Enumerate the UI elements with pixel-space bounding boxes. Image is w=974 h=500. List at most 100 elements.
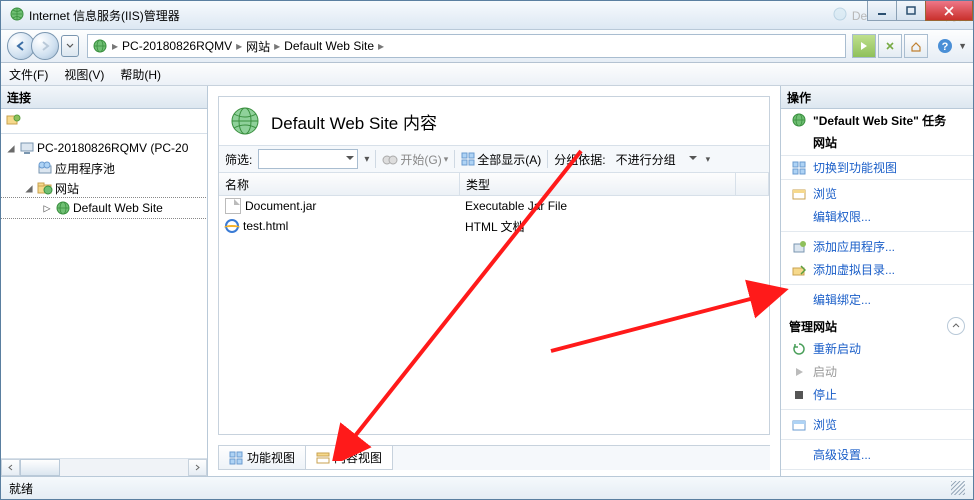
collapse-icon[interactable]: ◢: [5, 141, 17, 155]
action-start[interactable]: 启动: [781, 360, 973, 383]
content-pane: Default Web Site 内容 筛选: ▾ 开始(G) ▾: [208, 86, 780, 476]
showall-icon: [461, 152, 475, 166]
manage-site-group: 管理网站: [781, 311, 973, 337]
window-title: Internet 信息服务(IIS)管理器: [29, 7, 802, 24]
filter-combo[interactable]: [258, 149, 358, 169]
minimize-button[interactable]: [867, 1, 897, 21]
list-item[interactable]: test.html HTML 文档: [219, 216, 769, 236]
collapse-icon[interactable]: ◢: [23, 181, 35, 195]
breadcrumb-sites[interactable]: 网站: [246, 38, 270, 55]
expand-icon[interactable]: ▷: [41, 201, 53, 215]
browse-icon: [791, 186, 807, 202]
breadcrumb-sep: ▸: [112, 39, 118, 53]
stop-nav-button[interactable]: [878, 34, 902, 58]
site-icon: [55, 200, 71, 216]
tree-sites-node[interactable]: ◢ 网站: [1, 178, 207, 198]
forward-button[interactable]: [31, 32, 59, 60]
action-add-app[interactable]: 添加应用程序...: [781, 235, 973, 258]
globe-icon: [92, 38, 108, 54]
connections-tree[interactable]: ◢ PC-20180826RQMV (PC-20 应用程序池 ◢ 网站 ▷: [1, 134, 207, 458]
address-bar[interactable]: ▸ PC-20180826RQMV ▸ 网站 ▸ Default Web Sit…: [87, 34, 846, 58]
column-name[interactable]: 名称: [219, 173, 460, 195]
view-tabs: 功能视图 内容视图: [218, 445, 770, 470]
scroll-right-button[interactable]: [188, 459, 207, 476]
collapse-icon[interactable]: [947, 317, 965, 335]
close-button[interactable]: [925, 1, 973, 21]
svg-text:?: ?: [942, 41, 949, 53]
breadcrumb-site[interactable]: Default Web Site: [284, 39, 374, 53]
filter-toolbar: 筛选: ▾ 开始(G) ▾ 全部显示(A) 分组依据:: [219, 145, 769, 173]
features-view-tab[interactable]: 功能视图: [218, 446, 306, 470]
sites-folder-icon: [37, 180, 53, 196]
restart-icon: [791, 341, 807, 357]
file-icon: [225, 198, 241, 214]
tree-server-node[interactable]: ◢ PC-20180826RQMV (PC-20: [1, 138, 207, 158]
action-edit-bindings[interactable]: 编辑绑定...: [781, 288, 973, 311]
start-filter-button[interactable]: 开始(G) ▾: [382, 151, 448, 168]
site-icon: [791, 112, 807, 128]
help-button[interactable]: ?: [934, 35, 956, 57]
column-type[interactable]: 类型: [460, 173, 736, 195]
browse-icon: [791, 417, 807, 433]
list-header: 名称 类型: [219, 173, 769, 196]
play-icon: [791, 364, 807, 380]
title-bar: Internet 信息服务(IIS)管理器 Default Web Site 内…: [1, 1, 973, 30]
content-title: Default Web Site 内容: [271, 109, 437, 134]
history-dropdown[interactable]: [61, 35, 79, 57]
maximize-button[interactable]: [896, 1, 926, 21]
server-icon: [19, 140, 35, 156]
features-icon: [229, 451, 243, 465]
menu-help[interactable]: 帮助(H): [120, 66, 161, 83]
add-vdir-icon: [791, 262, 807, 278]
doc-icon: [832, 6, 848, 25]
content-icon: [316, 451, 330, 465]
site-sublabel: 网站: [781, 132, 973, 153]
resize-grip[interactable]: [951, 481, 965, 495]
apppool-icon: [37, 160, 53, 176]
action-switch-view[interactable]: 切换到功能视图: [781, 155, 973, 180]
site-task-header: "Default Web Site" 任务: [781, 109, 973, 132]
content-list[interactable]: Document.jar Executable Jar File test.ht…: [219, 196, 769, 434]
go-button[interactable]: [852, 34, 876, 58]
tree-default-site-node[interactable]: ▷ Default Web Site: [1, 198, 207, 218]
list-item[interactable]: Document.jar Executable Jar File: [219, 196, 769, 216]
status-text: 就绪: [9, 480, 33, 497]
home-button[interactable]: [904, 34, 928, 58]
scroll-thumb[interactable]: [20, 459, 60, 476]
action-add-vdir[interactable]: 添加虚拟目录...: [781, 258, 973, 281]
actions-title: 操作: [781, 86, 973, 109]
menu-file[interactable]: 文件(F): [9, 66, 48, 83]
breadcrumb-host[interactable]: PC-20180826RQMV: [122, 39, 232, 53]
action-browse[interactable]: 浏览: [781, 182, 973, 205]
tree-apppool-node[interactable]: 应用程序池: [1, 158, 207, 178]
app-icon: [9, 6, 25, 25]
action-restart[interactable]: 重新启动: [781, 337, 973, 360]
site-large-icon: [229, 105, 261, 137]
action-advanced[interactable]: 高级设置...: [781, 443, 973, 466]
groupby-combo[interactable]: 不进行分组: [612, 150, 700, 168]
status-bar: 就绪: [1, 476, 973, 499]
connections-toolbar: [1, 109, 207, 134]
menu-view[interactable]: 视图(V): [64, 66, 104, 83]
tree-hscrollbar[interactable]: [1, 458, 207, 476]
action-stop[interactable]: 停止: [781, 383, 973, 406]
connect-icon[interactable]: [5, 112, 21, 131]
switch-icon: [791, 160, 807, 176]
help-dropdown[interactable]: ▼: [958, 41, 967, 51]
navigation-bar: ▸ PC-20180826RQMV ▸ 网站 ▸ Default Web Sit…: [1, 30, 973, 63]
showall-button[interactable]: 全部显示(A): [461, 151, 541, 168]
connections-title: 连接: [1, 86, 207, 109]
filter-label: 筛选:: [225, 151, 252, 168]
scroll-left-button[interactable]: [1, 459, 20, 476]
content-view-tab[interactable]: 内容视图: [305, 446, 393, 470]
binoculars-icon: [382, 152, 398, 166]
action-browse-site[interactable]: 浏览: [781, 413, 973, 436]
action-edit-permissions[interactable]: 编辑权限...: [781, 205, 973, 228]
connections-pane: 连接 ◢ PC-20180826RQMV (PC-20 应用程序池 ◢: [1, 86, 208, 476]
stop-icon: [791, 387, 807, 403]
groupby-label: 分组依据:: [554, 151, 605, 168]
content-header: Default Web Site 内容: [219, 97, 769, 145]
html-icon: [225, 219, 239, 233]
menu-bar: 文件(F) 视图(V) 帮助(H): [1, 63, 973, 86]
add-app-icon: [791, 239, 807, 255]
